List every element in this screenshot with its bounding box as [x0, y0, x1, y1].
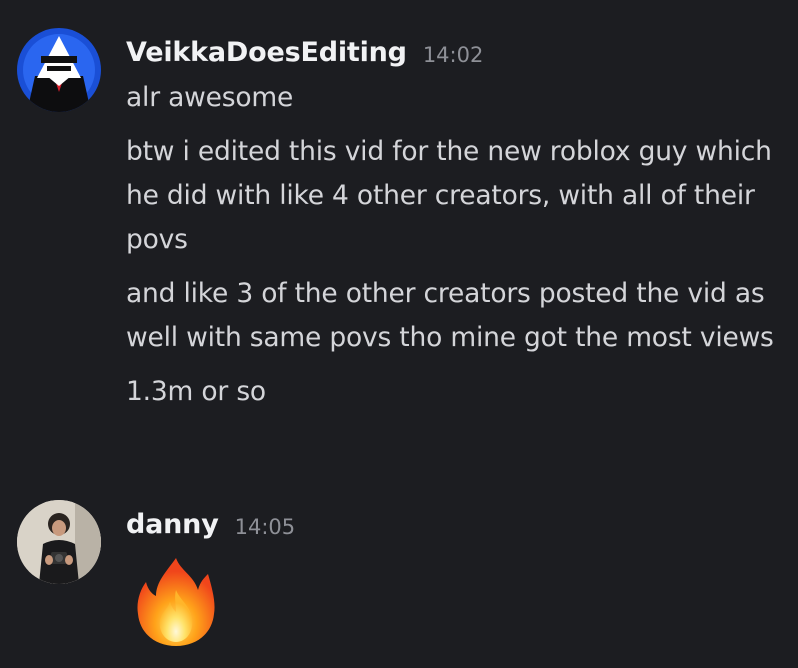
fire-emoji-icon: [137, 558, 215, 646]
message-header: danny 14:05: [126, 500, 786, 548]
message-text: and like 3 of the other creators posted …: [126, 278, 774, 353]
timestamp: 14:05: [234, 515, 296, 539]
message-text: 1.3m or so: [126, 376, 266, 407]
penguin-avatar-icon: [17, 28, 101, 112]
message-body: VeikkaDoesEditing 14:02 alr awesome btw …: [126, 28, 786, 424]
message-text: btw i edited this vid for the new roblox…: [126, 136, 772, 255]
username[interactable]: danny: [126, 509, 219, 540]
message-text: alr awesome: [126, 82, 294, 113]
username[interactable]: VeikkaDoesEditing: [126, 37, 407, 68]
avatar[interactable]: [17, 500, 101, 584]
message-header: VeikkaDoesEditing 14:02: [126, 28, 786, 76]
person-photo-avatar-icon: [17, 500, 101, 584]
avatar[interactable]: [17, 28, 101, 112]
message-body: danny 14:05: [126, 500, 786, 548]
timestamp: 14:02: [422, 43, 484, 67]
